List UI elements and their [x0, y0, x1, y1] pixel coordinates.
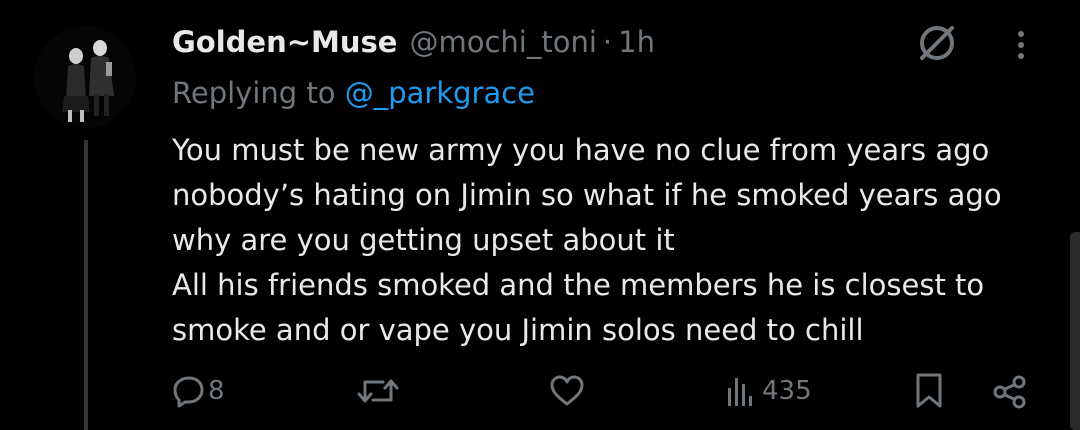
replying-to: Replying to @_parkgrace: [172, 76, 535, 110]
tweet-text-line: All his friends smoked and the members h…: [172, 268, 985, 302]
bookmark-button[interactable]: [912, 372, 946, 410]
tweet-text-line: why are you getting upset about it: [172, 223, 675, 257]
share-button[interactable]: [990, 374, 1030, 410]
avatar-photo: [34, 26, 136, 128]
reply-button[interactable]: 8: [172, 374, 225, 408]
tweet-text-line: You must be new army you have no clue fr…: [172, 133, 990, 167]
action-bar: 8 435: [0, 364, 1080, 420]
share-icon: [990, 374, 1030, 410]
tweet[interactable]: Golden~Muse @mochi_toni · 1h Replying to…: [0, 0, 1080, 430]
scrollbar[interactable]: [1070, 232, 1080, 430]
no-symbol-icon[interactable]: [912, 18, 962, 68]
separator-dot: ·: [602, 25, 613, 59]
reply-icon: [172, 374, 206, 408]
tweet-text: You must be new army you have no clue fr…: [172, 128, 1052, 353]
tweet-text-line: smoke and or vape you Jimin solos need t…: [172, 313, 864, 347]
user-handle[interactable]: @mochi_toni: [409, 25, 596, 59]
retweet-button[interactable]: [355, 374, 401, 408]
views-count: 435: [762, 376, 812, 406]
replying-to-mention[interactable]: @_parkgrace: [345, 76, 535, 110]
retweet-icon: [355, 374, 401, 408]
timestamp[interactable]: 1h: [618, 25, 655, 59]
reply-count: 8: [208, 376, 225, 406]
more-vertical-icon[interactable]: [1006, 26, 1036, 66]
tweet-header: Golden~Muse @mochi_toni · 1h: [172, 22, 655, 62]
views-icon: [722, 374, 758, 408]
views-button[interactable]: 435: [722, 374, 812, 408]
replying-to-label: Replying to: [172, 76, 336, 110]
like-icon: [548, 374, 586, 408]
like-button[interactable]: [548, 374, 586, 408]
avatar[interactable]: [34, 26, 136, 128]
tweet-text-line: nobody’s hating on Jimin so what if he s…: [172, 178, 1002, 212]
bookmark-icon: [912, 372, 946, 410]
display-name[interactable]: Golden~Muse: [172, 25, 397, 59]
